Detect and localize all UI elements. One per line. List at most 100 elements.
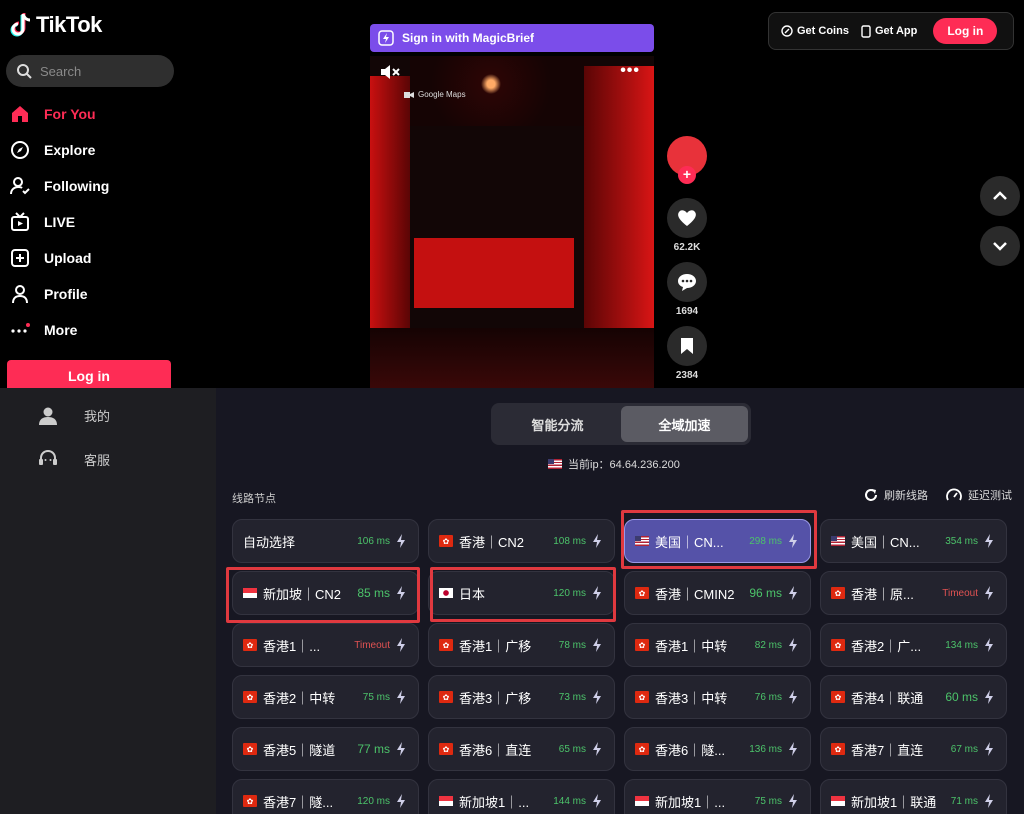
vpn-sidebar-item-mine[interactable]: 我的 — [38, 406, 110, 425]
coin-icon — [781, 25, 793, 37]
node-item[interactable]: 日本 120 ms — [428, 571, 615, 615]
bolt-icon[interactable] — [396, 534, 406, 548]
node-item[interactable]: ✿ 香港3｜广移 73 ms — [428, 675, 615, 719]
nav-item-live[interactable]: LIVE — [10, 204, 180, 240]
node-item[interactable]: ✿ 香港｜原... Timeout — [820, 571, 1007, 615]
sidebar-login-button[interactable]: Log in — [7, 360, 171, 388]
bolt-icon[interactable] — [592, 690, 602, 704]
node-item[interactable]: 美国｜CN... 354 ms — [820, 519, 1007, 563]
save-button[interactable] — [667, 326, 707, 366]
nav-label: For You — [44, 106, 96, 122]
node-item[interactable]: ✿ 香港2｜中转 75 ms — [232, 675, 419, 719]
mute-icon[interactable] — [380, 64, 400, 85]
node-item[interactable]: ✿ 香港4｜联通 60 ms — [820, 675, 1007, 719]
like-button[interactable] — [667, 198, 707, 238]
hk-flag-icon: ✿ — [243, 795, 257, 807]
node-item[interactable]: ✿ 香港3｜中转 76 ms — [624, 675, 811, 719]
node-item[interactable]: 新加坡1｜... 144 ms — [428, 779, 615, 814]
bolt-icon[interactable] — [592, 586, 602, 600]
video-player[interactable]: ••• Google Maps — [370, 56, 654, 388]
bolt-icon[interactable] — [984, 742, 994, 756]
bolt-icon[interactable] — [984, 586, 994, 600]
node-item[interactable]: ✿ 香港1｜... Timeout — [232, 623, 419, 667]
node-item[interactable]: 新加坡｜CN2 85 ms — [232, 571, 419, 615]
bolt-icon[interactable] — [788, 742, 798, 756]
bookmark-icon — [681, 338, 693, 354]
camera-icon — [404, 91, 414, 98]
node-item[interactable]: ✿ 香港7｜隧... 120 ms — [232, 779, 419, 814]
section-title: 线路节点 — [232, 493, 276, 505]
get-coins-button[interactable]: Get Coins — [781, 25, 849, 37]
video-more-options-icon[interactable]: ••• — [620, 62, 640, 80]
bolt-icon[interactable] — [592, 794, 602, 808]
latency-test-button[interactable]: 延迟测试 — [946, 487, 1012, 503]
nav-item-profile[interactable]: Profile — [10, 276, 180, 312]
node-item[interactable]: ✿ 香港1｜广移 78 ms — [428, 623, 615, 667]
bolt-icon[interactable] — [396, 638, 406, 652]
nav-item-following[interactable]: Following — [10, 168, 180, 204]
node-item[interactable]: ✿ 香港6｜隧... 136 ms — [624, 727, 811, 771]
hk-flag-icon: ✿ — [243, 691, 257, 703]
bolt-icon[interactable] — [984, 690, 994, 704]
node-item[interactable]: 新加坡1｜联通 71 ms — [820, 779, 1007, 814]
bolt-icon[interactable] — [592, 742, 602, 756]
video-actions: + 62.2K 1694 2384 — [666, 136, 708, 384]
refresh-icon — [865, 489, 877, 501]
creator-avatar[interactable]: + — [667, 136, 707, 184]
follow-plus-icon[interactable]: + — [678, 166, 696, 184]
bolt-icon[interactable] — [396, 742, 406, 756]
us-flag-icon — [548, 459, 562, 469]
nav-item-more[interactable]: More — [10, 312, 180, 348]
nav-item-explore[interactable]: Explore — [10, 132, 180, 168]
nav-item-for-you[interactable]: For You — [10, 96, 180, 132]
video-location-tag[interactable]: Google Maps — [404, 90, 466, 99]
next-video-button[interactable] — [980, 226, 1020, 266]
mode-smart-split-button[interactable]: 智能分流 — [494, 406, 621, 442]
bolt-icon[interactable] — [396, 586, 406, 600]
bolt-icon[interactable] — [396, 794, 406, 808]
mode-global-accel-button[interactable]: 全域加速 — [621, 406, 748, 442]
previous-video-button[interactable] — [980, 176, 1020, 216]
bolt-icon[interactable] — [984, 638, 994, 652]
bolt-icon[interactable] — [788, 690, 798, 704]
magicbrief-signin-button[interactable]: Sign in with MagicBrief — [370, 24, 654, 52]
node-name: 香港｜原... — [851, 586, 914, 602]
bolt-icon[interactable] — [788, 534, 798, 548]
node-item[interactable]: ✿ 香港｜CMIN2 96 ms — [624, 571, 811, 615]
node-item[interactable]: 美国｜CN... 298 ms — [624, 519, 811, 563]
bolt-icon[interactable] — [592, 638, 602, 652]
node-name: 新加坡1｜... — [459, 794, 530, 810]
bolt-icon[interactable] — [984, 794, 994, 808]
node-item[interactable]: ✿ 香港6｜直连 65 ms — [428, 727, 615, 771]
bolt-icon[interactable] — [788, 586, 798, 600]
bolt-icon[interactable] — [396, 690, 406, 704]
bolt-icon[interactable] — [984, 534, 994, 548]
refresh-nodes-button[interactable]: 刷新线路 — [864, 487, 928, 503]
node-latency: 76 ms — [754, 691, 782, 703]
nav-item-upload[interactable]: Upload — [10, 240, 180, 276]
bolt-icon[interactable] — [592, 534, 602, 548]
node-item[interactable]: 新加坡1｜... 75 ms — [624, 779, 811, 814]
hk-flag-icon: ✿ — [635, 587, 649, 599]
mode-toggle: 智能分流 全域加速 — [491, 403, 751, 445]
search-input[interactable]: Search — [6, 55, 174, 87]
hk-flag-icon: ✿ — [831, 587, 845, 599]
upload-icon — [10, 248, 30, 268]
node-item[interactable]: ✿ 香港｜CN2 108 ms — [428, 519, 615, 563]
node-item[interactable]: ✿ 香港2｜广... 134 ms — [820, 623, 1007, 667]
node-item[interactable]: 自动选择 106 ms — [232, 519, 419, 563]
top-login-button[interactable]: Log in — [933, 18, 998, 44]
vpn-sidebar-item-support[interactable]: 客服 — [38, 449, 110, 469]
comment-button[interactable] — [667, 262, 707, 302]
tiktok-logo[interactable]: TikTok — [10, 12, 102, 38]
node-item[interactable]: ✿ 香港5｜隧道 77 ms — [232, 727, 419, 771]
hk-flag-icon: ✿ — [831, 691, 845, 703]
bolt-icon[interactable] — [788, 794, 798, 808]
node-item[interactable]: ✿ 香港1｜中转 82 ms — [624, 623, 811, 667]
node-name: 香港1｜... — [263, 638, 321, 654]
node-latency: 75 ms — [362, 691, 390, 703]
get-app-button[interactable]: Get App — [861, 24, 917, 38]
bolt-icon[interactable] — [788, 638, 798, 652]
nav-label: LIVE — [44, 214, 76, 230]
node-item[interactable]: ✿ 香港7｜直连 67 ms — [820, 727, 1007, 771]
